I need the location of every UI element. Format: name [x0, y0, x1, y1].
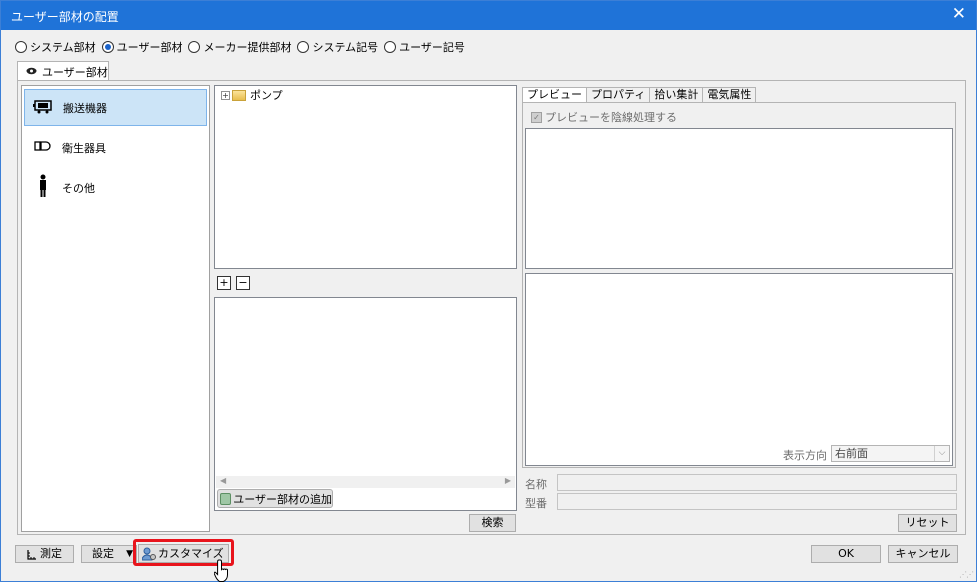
- radio-label: システム記号: [312, 41, 379, 54]
- radio-circle-icon: [15, 41, 27, 53]
- button-label: 測定: [40, 547, 62, 560]
- eye-icon: [26, 65, 37, 78]
- sanitary-fixture-icon: [32, 140, 54, 156]
- chevron-down-icon: ⌵: [934, 446, 949, 461]
- checkbox-checked-icon[interactable]: ✓: [531, 111, 542, 123]
- conveyor-equipment-icon: [33, 98, 55, 118]
- dialog-window: ユーザー部材の配置 ✕ システム部材 ユーザー部材 メーカー提供部材 システム記…: [0, 0, 977, 582]
- view-direction-label: 表示方向: [783, 449, 827, 462]
- folder-icon: [232, 89, 246, 101]
- part-list[interactable]: ◀ ▶ ユーザー部材の追加: [214, 297, 517, 511]
- dropdown-arrow-icon: ▼: [126, 549, 133, 559]
- radio-label: ユーザー記号: [399, 41, 465, 54]
- category-item-conveyance[interactable]: 搬送機器: [24, 89, 207, 126]
- radio-label: システム部材: [30, 41, 96, 54]
- mouse-pointer-icon: [213, 559, 234, 583]
- horizontal-scrollbar[interactable]: ◀ ▶: [216, 476, 515, 488]
- category-label: 衛生器具: [62, 141, 106, 155]
- tab-takeoff[interactable]: 拾い集計: [649, 87, 704, 103]
- measure-button[interactable]: 測定: [15, 545, 74, 563]
- category-label: 搬送機器: [63, 101, 107, 115]
- tab-user-parts[interactable]: ユーザー部材: [17, 61, 109, 81]
- part-type-radio-group: システム部材 ユーザー部材 メーカー提供部材 システム記号 ユーザー記号: [15, 39, 471, 55]
- category-item-sanitary[interactable]: 衛生器具: [24, 129, 207, 166]
- model-label: 型番: [525, 497, 547, 510]
- expand-all-button[interactable]: +: [217, 276, 231, 290]
- radio-circle-checked-icon: [101, 41, 114, 53]
- search-button[interactable]: 検索: [469, 514, 516, 532]
- right-tab-strip: プレビュー プロパティ 拾い集計 電気属性: [522, 87, 757, 104]
- settings-dropdown-button[interactable]: 設定 ▼: [81, 545, 137, 563]
- preview-area-top: [525, 128, 953, 269]
- collapse-all-button[interactable]: −: [236, 276, 250, 290]
- category-item-other[interactable]: その他: [24, 169, 207, 206]
- title-bar: ユーザー部材の配置 ✕: [1, 1, 976, 30]
- model-field: [557, 493, 957, 510]
- button-label: ユーザー部材の追加: [233, 492, 332, 506]
- radio-user-symbols[interactable]: ユーザー記号: [384, 39, 465, 55]
- radio-user-parts[interactable]: ユーザー部材: [101, 39, 183, 55]
- ok-button[interactable]: OK: [811, 545, 881, 563]
- close-icon[interactable]: ✕: [952, 4, 966, 24]
- part-tree[interactable]: + ポンプ: [214, 85, 517, 269]
- preview-area-bottom: [525, 273, 953, 466]
- hidden-line-checkbox-row[interactable]: ✓ プレビューを陰線処理する: [531, 109, 677, 125]
- radio-circle-icon: [297, 41, 310, 53]
- name-field: [557, 474, 957, 491]
- radio-label: ユーザー部材: [116, 41, 183, 54]
- resize-grip-icon[interactable]: ⋰⋰: [959, 570, 974, 579]
- checkbox-label: プレビューを陰線処理する: [545, 111, 677, 124]
- tab-properties[interactable]: プロパティ: [586, 87, 651, 103]
- other-figure-icon: [32, 174, 54, 202]
- category-label: その他: [62, 181, 95, 195]
- tab-label: ユーザー部材: [42, 65, 108, 79]
- radio-circle-icon: [384, 41, 397, 53]
- radio-circle-icon: [188, 41, 201, 53]
- add-part-icon: [220, 492, 232, 505]
- reset-button[interactable]: リセット: [898, 514, 957, 532]
- button-label: 設定: [92, 547, 114, 560]
- name-label: 名称: [525, 478, 547, 491]
- radio-system-parts[interactable]: システム部材: [15, 39, 96, 55]
- tab-electrical[interactable]: 電気属性: [702, 87, 757, 103]
- ruler-icon: [27, 549, 37, 560]
- expand-plus-icon[interactable]: +: [221, 90, 230, 100]
- cancel-button[interactable]: キャンセル: [888, 545, 958, 563]
- radio-label: メーカー提供部材: [203, 41, 292, 54]
- scroll-left-icon[interactable]: ◀: [220, 476, 226, 485]
- tree-node-pump[interactable]: + ポンプ: [221, 87, 283, 103]
- radio-maker-parts[interactable]: メーカー提供部材: [188, 39, 291, 55]
- tree-node-label: ポンプ: [250, 89, 283, 102]
- view-direction-select[interactable]: 右前面 ⌵: [831, 445, 950, 462]
- select-value: 右前面: [835, 447, 868, 460]
- scroll-right-icon[interactable]: ▶: [505, 476, 511, 485]
- radio-system-symbols[interactable]: システム記号: [297, 39, 378, 55]
- add-user-part-button[interactable]: ユーザー部材の追加: [217, 489, 333, 508]
- window-title: ユーザー部材の配置: [11, 10, 119, 24]
- category-list: 搬送機器 衛生器具 その他: [21, 85, 210, 532]
